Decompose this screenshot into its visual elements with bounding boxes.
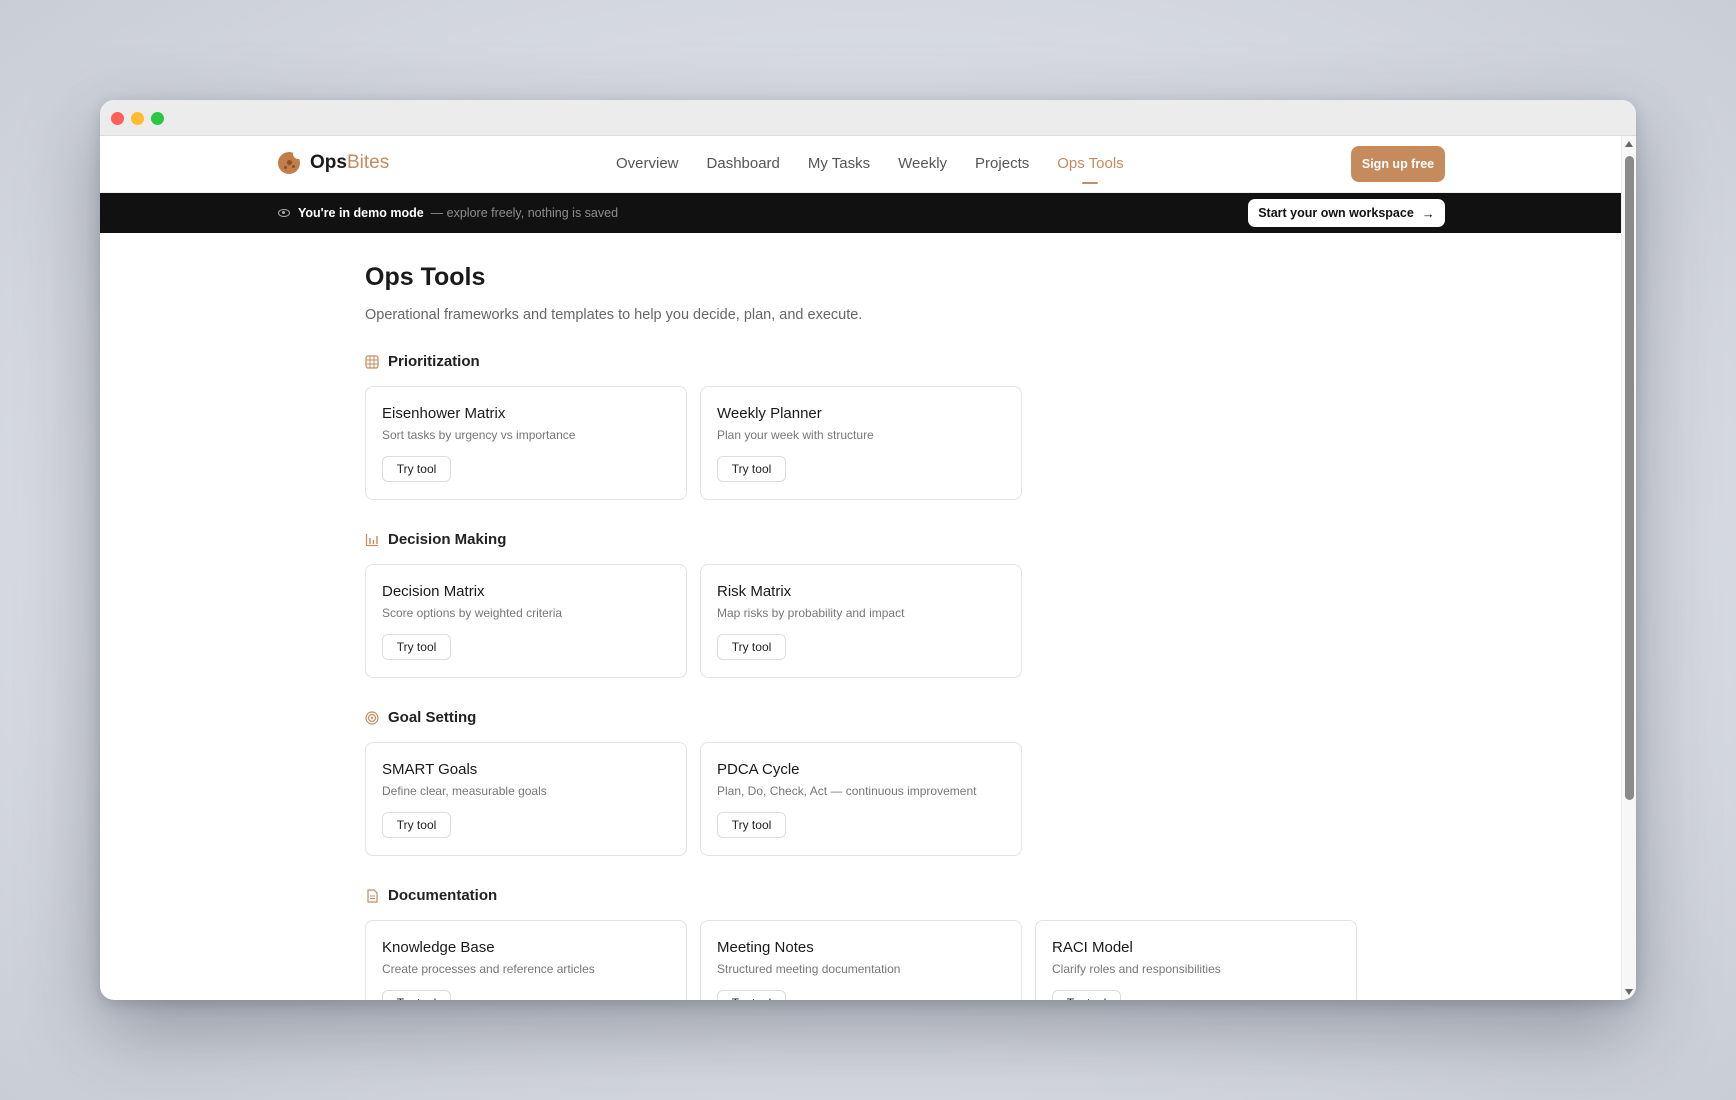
section-title: Documentation [388,887,498,904]
window-titlebar [100,100,1636,136]
demo-mode-banner: You're in demo mode — explore freely, no… [100,193,1621,233]
top-navbar: Ops Bites Overview Dashboard My Tasks Wee… [100,136,1621,193]
section-title: Decision Making [388,531,507,548]
tool-card: SMART Goals Define clear, measurable goa… [365,742,687,856]
tool-title: Eisenhower Matrix [382,405,506,422]
tool-card: Knowledge Base Create processes and refe… [365,920,687,1000]
tool-card: Eisenhower Matrix Sort tasks by urgency … [365,386,687,500]
sign-up-button[interactable]: Sign up free [1351,146,1445,182]
try-tool-button[interactable]: Try tool [382,456,451,482]
scroll-up-arrow-icon[interactable] [1625,141,1633,147]
tool-description: Sort tasks by urgency vs importance [382,428,576,442]
tool-description: Define clear, measurable goals [382,784,547,798]
maximize-window-button[interactable] [151,112,164,125]
nav-link-my-tasks[interactable]: My Tasks [808,155,870,172]
tool-description: Structured meeting documentation [717,962,901,976]
demo-mode-message: You're in demo mode — explore freely, no… [278,206,618,220]
nav-link-ops-tools[interactable]: Ops Tools [1057,155,1124,184]
section-decision-making: Decision Making [365,531,506,548]
section-documentation: Documentation [365,887,497,904]
close-window-button[interactable] [111,112,124,125]
section-title: Goal Setting [388,709,477,726]
try-tool-button[interactable]: Try tool [717,634,786,660]
brand-logo-link[interactable]: Ops Bites [278,149,390,174]
demo-mode-note: — explore freely, nothing is saved [430,206,619,220]
grid-icon [365,354,379,369]
tool-card: Meeting Notes Structured meeting documen… [700,920,1022,1000]
tool-title: Risk Matrix [717,583,792,600]
page-viewport: Ops Bites Overview Dashboard My Tasks Wee… [100,136,1636,1000]
nav-link-projects[interactable]: Projects [975,155,1029,172]
tool-description: Score options by weighted criteria [382,606,563,620]
brand-name-ops: Ops [310,152,347,173]
try-tool-button[interactable]: Try tool [382,812,451,838]
page-title: Ops Tools [365,263,486,291]
try-tool-button[interactable]: Try tool [382,990,451,1000]
page-subtitle: Operational frameworks and templates to … [365,307,863,323]
start-workspace-button[interactable]: Start your own workspace → [1248,199,1445,227]
tool-card: Decision Matrix Score options by weighte… [365,564,687,678]
scrollbar-thumb[interactable] [1625,156,1634,800]
tool-description: Clarify roles and responsibilities [1052,962,1221,976]
tool-card: Weekly Planner Plan your week with struc… [700,386,1022,500]
section-title: Prioritization [388,353,480,370]
tool-description: Create processes and reference articles [382,962,595,976]
try-tool-button[interactable]: Try tool [717,990,786,1000]
arrow-right-icon: → [1421,205,1435,221]
tool-card: RACI Model Clarify roles and responsibil… [1035,920,1357,1000]
brand-name-bites: Bites [346,152,390,173]
minimize-window-button[interactable] [131,112,144,125]
try-tool-button[interactable]: Try tool [382,634,451,660]
tool-card: Risk Matrix Map risks by probability and… [700,564,1022,678]
tool-title: SMART Goals [382,761,478,778]
tool-title: RACI Model [1052,939,1133,956]
section-prioritization: Prioritization [365,353,480,370]
start-workspace-label: Start your own workspace [1258,206,1414,220]
eye-icon [278,209,290,217]
tool-title: Weekly Planner [717,405,822,422]
tool-description: Plan, Do, Check, Act — continuous improv… [717,784,977,798]
main-nav: Overview Dashboard My Tasks Weekly Proje… [616,155,1152,184]
tool-title: Decision Matrix [382,583,485,600]
nav-link-overview[interactable]: Overview [616,155,679,172]
try-tool-button[interactable]: Try tool [717,456,786,482]
demo-mode-label: You're in demo mode [298,206,424,220]
vertical-scrollbar[interactable] [1621,136,1636,1000]
section-goal-setting: Goal Setting [365,709,476,726]
tool-card: PDCA Cycle Plan, Do, Check, Act — contin… [700,742,1022,856]
try-tool-button[interactable]: Try tool [717,812,786,838]
scroll-down-arrow-icon[interactable] [1625,989,1633,995]
browser-window: Ops Bites Overview Dashboard My Tasks Wee… [100,100,1636,1000]
tool-title: Meeting Notes [717,939,814,956]
nav-link-weekly[interactable]: Weekly [898,155,947,172]
try-tool-button[interactable]: Try tool [1052,990,1121,1000]
document-icon [367,888,378,903]
tool-description: Map risks by probability and impact [717,606,905,620]
tool-title: Knowledge Base [382,939,495,956]
tool-description: Plan your week with structure [717,428,874,442]
nav-link-dashboard[interactable]: Dashboard [707,155,780,172]
tool-title: PDCA Cycle [717,761,800,778]
target-icon [365,710,379,725]
cookie-logo-icon [278,149,303,174]
bar-chart-icon [365,533,378,546]
